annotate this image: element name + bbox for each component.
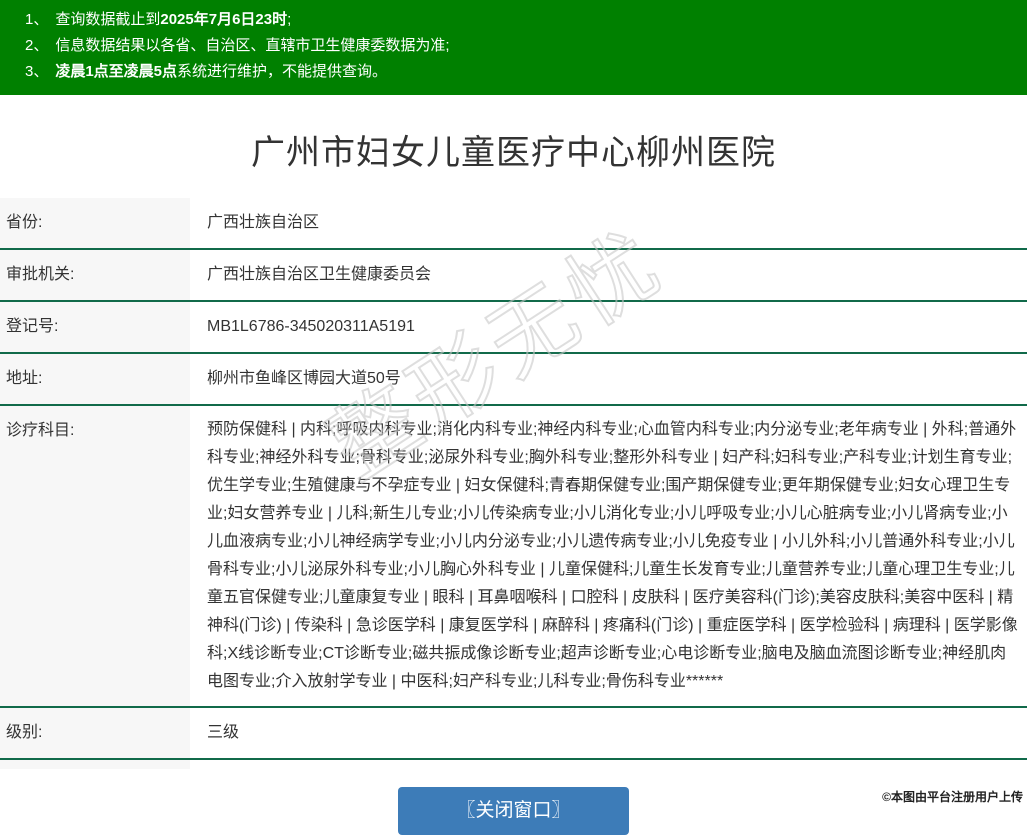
row-label: 诊疗科目: <box>0 406 190 706</box>
table-row-empty-stub <box>0 760 1027 769</box>
footer-upload-credit: ©本图由平台注册用户上传 <box>882 788 1023 805</box>
notice-text: 信息数据结果以各省、自治区、直辖市卫生健康委数据为准; <box>55 37 449 54</box>
notice-bar: 1、查询数据截止到2025年7月6日23时; 2、信息数据结果以各省、自治区、直… <box>0 0 1027 95</box>
row-label: 地址: <box>0 354 190 404</box>
notice-line-3: 3、凌晨1点至凌晨5点系统进行维护，不能提供查询。 <box>25 59 1017 85</box>
row-label: 省份: <box>0 198 190 248</box>
row-value: MB1L6786-345020311A5191 <box>190 302 1027 352</box>
row-label: 级别: <box>0 708 190 758</box>
table-row-approval-authority: 审批机关: 广西壮族自治区卫生健康委员会 <box>0 250 1027 302</box>
notice-line-1: 1、查询数据截止到2025年7月6日23时; <box>25 7 1017 33</box>
row-value: 广西壮族自治区 <box>190 198 1027 248</box>
row-value: 三级 <box>190 708 1027 758</box>
notice-line-2: 2、信息数据结果以各省、自治区、直辖市卫生健康委数据为准; <box>25 33 1017 59</box>
table-row-level: 级别: 三级 <box>0 708 1027 760</box>
row-label: 审批机关: <box>0 250 190 300</box>
table-row-registration-number: 登记号: MB1L6786-345020311A5191 <box>0 302 1027 354</box>
hospital-detail-table: 省份: 广西壮族自治区 审批机关: 广西壮族自治区卫生健康委员会 登记号: MB… <box>0 198 1027 769</box>
notice-text: 查询数据截止到 <box>55 11 160 28</box>
row-value: 广西壮族自治区卫生健康委员会 <box>190 250 1027 300</box>
notice-text-bold: 凌晨1点至凌晨5点 <box>55 63 177 80</box>
table-row-province: 省份: 广西壮族自治区 <box>0 198 1027 250</box>
row-label: 登记号: <box>0 302 190 352</box>
notice-text: 系统进行维护，不能提供查询。 <box>177 63 387 80</box>
table-row-address: 地址: 柳州市鱼峰区博园大道50号 <box>0 354 1027 406</box>
close-window-button[interactable]: 〖关闭窗口〗 <box>398 787 628 835</box>
table-row-departments: 诊疗科目: 预防保健科 | 内科;呼吸内科专业;消化内科专业;神经内科专业;心血… <box>0 406 1027 708</box>
notice-number: 2、 <box>25 33 48 59</box>
notice-number: 1、 <box>25 7 48 33</box>
row-value-stub <box>190 760 1027 769</box>
button-row: 〖关闭窗口〗 <box>0 787 1027 835</box>
notice-text: ; <box>287 11 291 28</box>
page-title: 广州市妇女儿童医疗中心柳州医院 <box>0 125 1027 174</box>
notice-number: 3、 <box>25 59 48 85</box>
notice-text-bold: 2025年7月6日23时 <box>160 11 287 28</box>
row-value: 柳州市鱼峰区博园大道50号 <box>190 354 1027 404</box>
row-value: 预防保健科 | 内科;呼吸内科专业;消化内科专业;神经内科专业;心血管内科专业;… <box>190 406 1027 706</box>
row-label-stub <box>0 760 190 769</box>
